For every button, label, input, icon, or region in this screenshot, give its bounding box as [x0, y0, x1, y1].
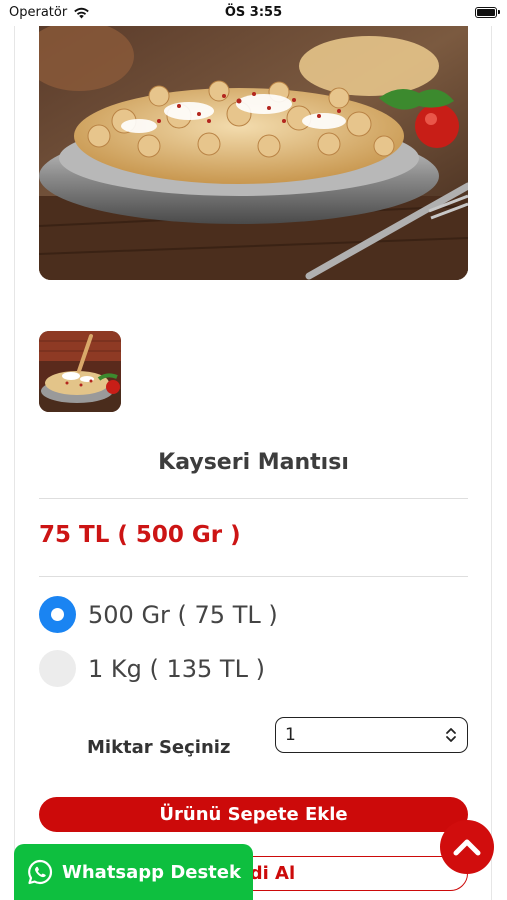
quantity-label: Miktar Seçiniz	[87, 737, 231, 758]
scroll-top-button[interactable]	[440, 820, 494, 874]
add-to-cart-button[interactable]: Ürünü Sepete Ekle	[39, 797, 468, 832]
whatsapp-icon	[28, 859, 53, 885]
option-1kg[interactable]: 1 Kg ( 135 TL )	[39, 650, 265, 687]
quantity-value: 1	[285, 725, 296, 745]
quantity-select[interactable]: 1	[275, 717, 468, 753]
chevron-updown-icon	[446, 728, 456, 742]
status-time: ÖS 3:55	[224, 5, 283, 20]
battery-icon	[475, 7, 500, 18]
whatsapp-label: Whatsapp Destek	[62, 861, 241, 883]
whatsapp-support-button[interactable]: Whatsapp Destek	[14, 844, 253, 900]
divider	[39, 498, 468, 499]
option-label: 1 Kg ( 135 TL )	[88, 654, 265, 683]
product-title: Kayseri Mantısı	[158, 450, 349, 475]
product-main-image[interactable]	[39, 26, 468, 280]
option-label: 500 Gr ( 75 TL )	[88, 600, 278, 629]
product-thumbnail[interactable]	[39, 331, 121, 412]
radio-unselected-icon[interactable]	[39, 650, 76, 687]
divider	[39, 576, 468, 577]
status-bar: Operatör ÖS 3:55	[0, 0, 507, 26]
chevron-up-icon	[453, 839, 481, 856]
radio-selected-icon[interactable]	[39, 596, 76, 633]
option-500gr[interactable]: 500 Gr ( 75 TL )	[39, 596, 278, 633]
product-price: 75 TL ( 500 Gr )	[39, 522, 241, 548]
